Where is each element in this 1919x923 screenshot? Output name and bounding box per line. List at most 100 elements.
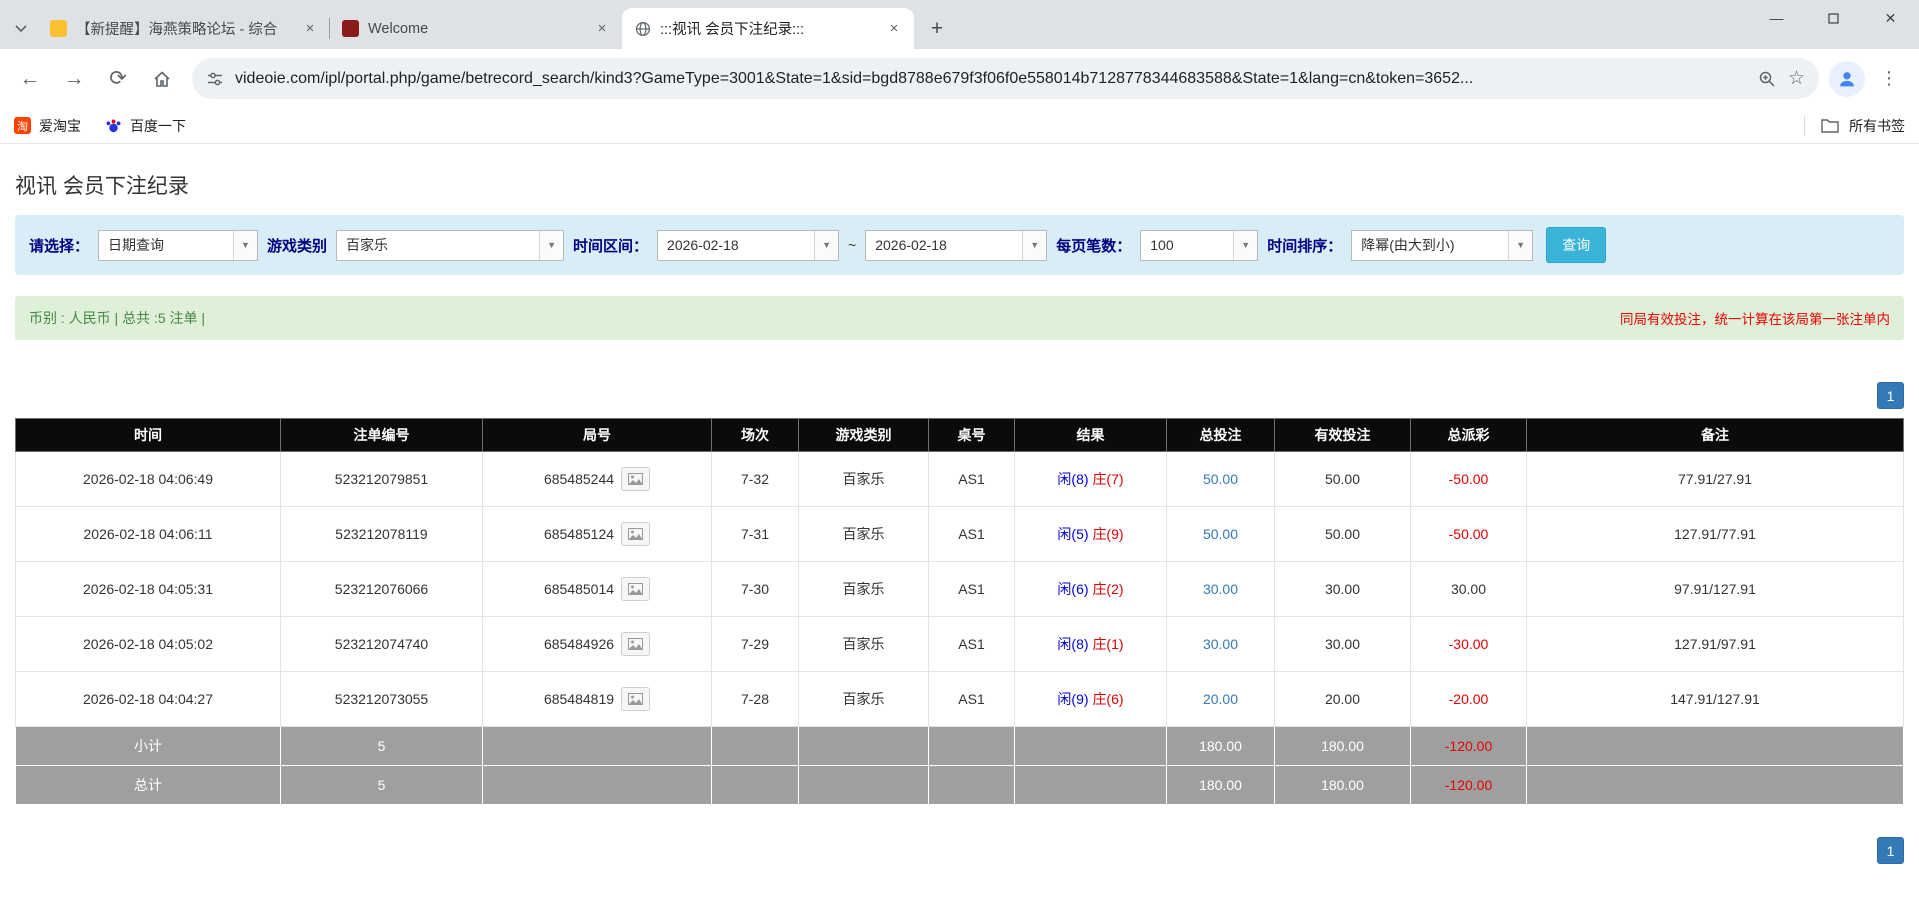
subtotal-label: 小计 (16, 727, 281, 766)
browser-tab-forum[interactable]: 【新提醒】海燕策略论坛 - 综合 × (38, 8, 330, 49)
col-header-session: 场次 (712, 419, 799, 452)
menu-kebab-icon[interactable]: ⋮ (1869, 59, 1909, 99)
col-header-total-bet: 总投注 (1167, 419, 1275, 452)
cell-note: 147.91/127.91 (1527, 672, 1904, 727)
col-header-round-no: 局号 (483, 419, 712, 452)
col-header-bet-no: 注单编号 (281, 419, 483, 452)
game-type-label: 游戏类别 (267, 235, 327, 256)
cell-total-bet: 20.00 (1167, 672, 1275, 727)
grand-total-payout: -120.00 (1411, 766, 1527, 805)
zoom-icon[interactable] (1758, 70, 1776, 88)
chevron-down-icon[interactable]: ▼ (814, 231, 838, 260)
range-separator: ~ (848, 237, 856, 253)
forum-favicon-icon (50, 20, 67, 37)
profile-avatar[interactable] (1829, 61, 1865, 97)
result-banker: 庄(7) (1092, 471, 1123, 487)
cell-game: 百家乐 (799, 672, 929, 727)
result-player: 闲(6) (1057, 581, 1088, 597)
time-sort-select[interactable]: 降幂(由大到小) ▼ (1351, 230, 1533, 261)
cell-bet-no: 523212076066 (281, 562, 483, 617)
page-size-select[interactable]: 100 ▼ (1140, 230, 1258, 261)
bookmark-baidu[interactable]: 百度一下 (105, 116, 186, 136)
result-player: 闲(9) (1057, 691, 1088, 707)
cell-result: 闲(9) 庄(6) (1015, 672, 1167, 727)
cell-payout: 30.00 (1411, 562, 1527, 617)
chevron-down-icon[interactable]: ▼ (1233, 231, 1257, 260)
subtotal-count: 5 (281, 727, 483, 766)
chevron-down-icon[interactable]: ▼ (233, 231, 257, 260)
window-minimize-button[interactable]: — (1748, 0, 1805, 36)
tab-close-icon[interactable]: × (300, 19, 320, 39)
site-settings-icon[interactable] (206, 70, 224, 88)
date-to-value: 2026-02-18 (866, 231, 1022, 260)
result-banker: 庄(1) (1092, 636, 1123, 652)
cell-bet-no: 523212078119 (281, 507, 483, 562)
round-result-button[interactable] (621, 687, 650, 711)
tab-close-icon[interactable]: × (592, 19, 612, 39)
round-result-button[interactable] (621, 632, 650, 656)
home-icon[interactable] (142, 59, 182, 99)
folder-icon (1821, 118, 1839, 133)
chevron-down-icon[interactable]: ▼ (1508, 231, 1532, 260)
back-icon[interactable]: ← (10, 59, 50, 99)
window-controls: — ✕ (1748, 0, 1919, 36)
round-result-button[interactable] (621, 467, 650, 491)
browser-tab-welcome[interactable]: Welcome × (330, 8, 622, 49)
query-type-select[interactable]: 日期查询 ▼ (98, 230, 258, 261)
new-tab-button[interactable]: + (920, 12, 954, 46)
subtotal-payout: -120.00 (1411, 727, 1527, 766)
col-header-valid-bet: 有效投注 (1275, 419, 1411, 452)
round-result-button[interactable] (621, 522, 650, 546)
result-banker: 庄(9) (1092, 526, 1123, 542)
cell-table-no: AS1 (929, 617, 1015, 672)
game-type-select[interactable]: 百家乐 ▼ (336, 230, 564, 261)
cell-round-no: 685484819 (483, 672, 712, 727)
cell-payout: -30.00 (1411, 617, 1527, 672)
select-type-label: 请选择： (29, 235, 89, 256)
search-button[interactable]: 查询 (1546, 227, 1606, 263)
cell-valid-bet: 50.00 (1275, 452, 1411, 507)
round-result-button[interactable] (621, 577, 650, 601)
bookmark-aitaobao[interactable]: 淘 爱淘宝 (14, 116, 81, 136)
chevron-down-icon[interactable]: ▼ (1022, 231, 1046, 260)
refresh-icon[interactable]: ⟳ (98, 59, 138, 99)
page-1-button[interactable]: 1 (1877, 837, 1904, 864)
col-header-result: 结果 (1015, 419, 1167, 452)
browser-tab-bet-records[interactable]: :::视讯 会员下注纪录::: × (622, 8, 914, 49)
cell-result: 闲(5) 庄(9) (1015, 507, 1167, 562)
cell-total-bet: 30.00 (1167, 617, 1275, 672)
all-bookmarks[interactable]: 所有书签 (1804, 116, 1905, 136)
tab-title: 【新提醒】海燕策略论坛 - 综合 (76, 18, 291, 39)
grand-total-label: 总计 (16, 766, 281, 805)
cell-session: 7-32 (712, 452, 799, 507)
game-type-value: 百家乐 (337, 231, 539, 260)
cell-game: 百家乐 (799, 507, 929, 562)
forward-icon[interactable]: → (54, 59, 94, 99)
window-close-button[interactable]: ✕ (1862, 0, 1919, 36)
cell-bet-no: 523212079851 (281, 452, 483, 507)
page-1-button[interactable]: 1 (1877, 382, 1904, 409)
bookmark-star-icon[interactable]: ☆ (1788, 67, 1805, 90)
date-from-select[interactable]: 2026-02-18 ▼ (657, 230, 839, 261)
bookmark-label: 爱淘宝 (39, 116, 81, 136)
cell-result: 闲(6) 庄(2) (1015, 562, 1167, 617)
cell-session: 7-30 (712, 562, 799, 617)
window-maximize-button[interactable] (1805, 0, 1862, 36)
grand-total-valid-bet: 180.00 (1275, 766, 1411, 805)
grand-total-row: 总计 5 180.00 180.00 -120.00 (16, 766, 1904, 805)
url-text[interactable]: videoie.com/ipl/portal.php/game/betrecor… (235, 70, 1747, 88)
cell-payout: -50.00 (1411, 507, 1527, 562)
date-to-select[interactable]: 2026-02-18 ▼ (865, 230, 1047, 261)
chevron-down-icon[interactable]: ▼ (539, 231, 563, 260)
cell-valid-bet: 30.00 (1275, 617, 1411, 672)
tab-title: :::视讯 会员下注纪录::: (660, 18, 875, 39)
bookmarks-bar: 淘 爱淘宝 百度一下 所有书签 (0, 108, 1919, 144)
cell-round-no: 685485244 (483, 452, 712, 507)
address-bar[interactable]: videoie.com/ipl/portal.php/game/betrecor… (192, 58, 1819, 99)
summary-bar: 币别 : 人民币 | 总共 :5 注单 | 同局有效投注，统一计算在该局第一张注… (15, 296, 1904, 340)
tab-search-chevron-icon[interactable] (4, 9, 38, 49)
result-player: 闲(5) (1057, 526, 1088, 542)
tab-close-icon[interactable]: × (884, 19, 904, 39)
table-row: 2026-02-18 04:05:31 523212076066 6854850… (16, 562, 1904, 617)
pagination-top: 1 (15, 382, 1904, 409)
